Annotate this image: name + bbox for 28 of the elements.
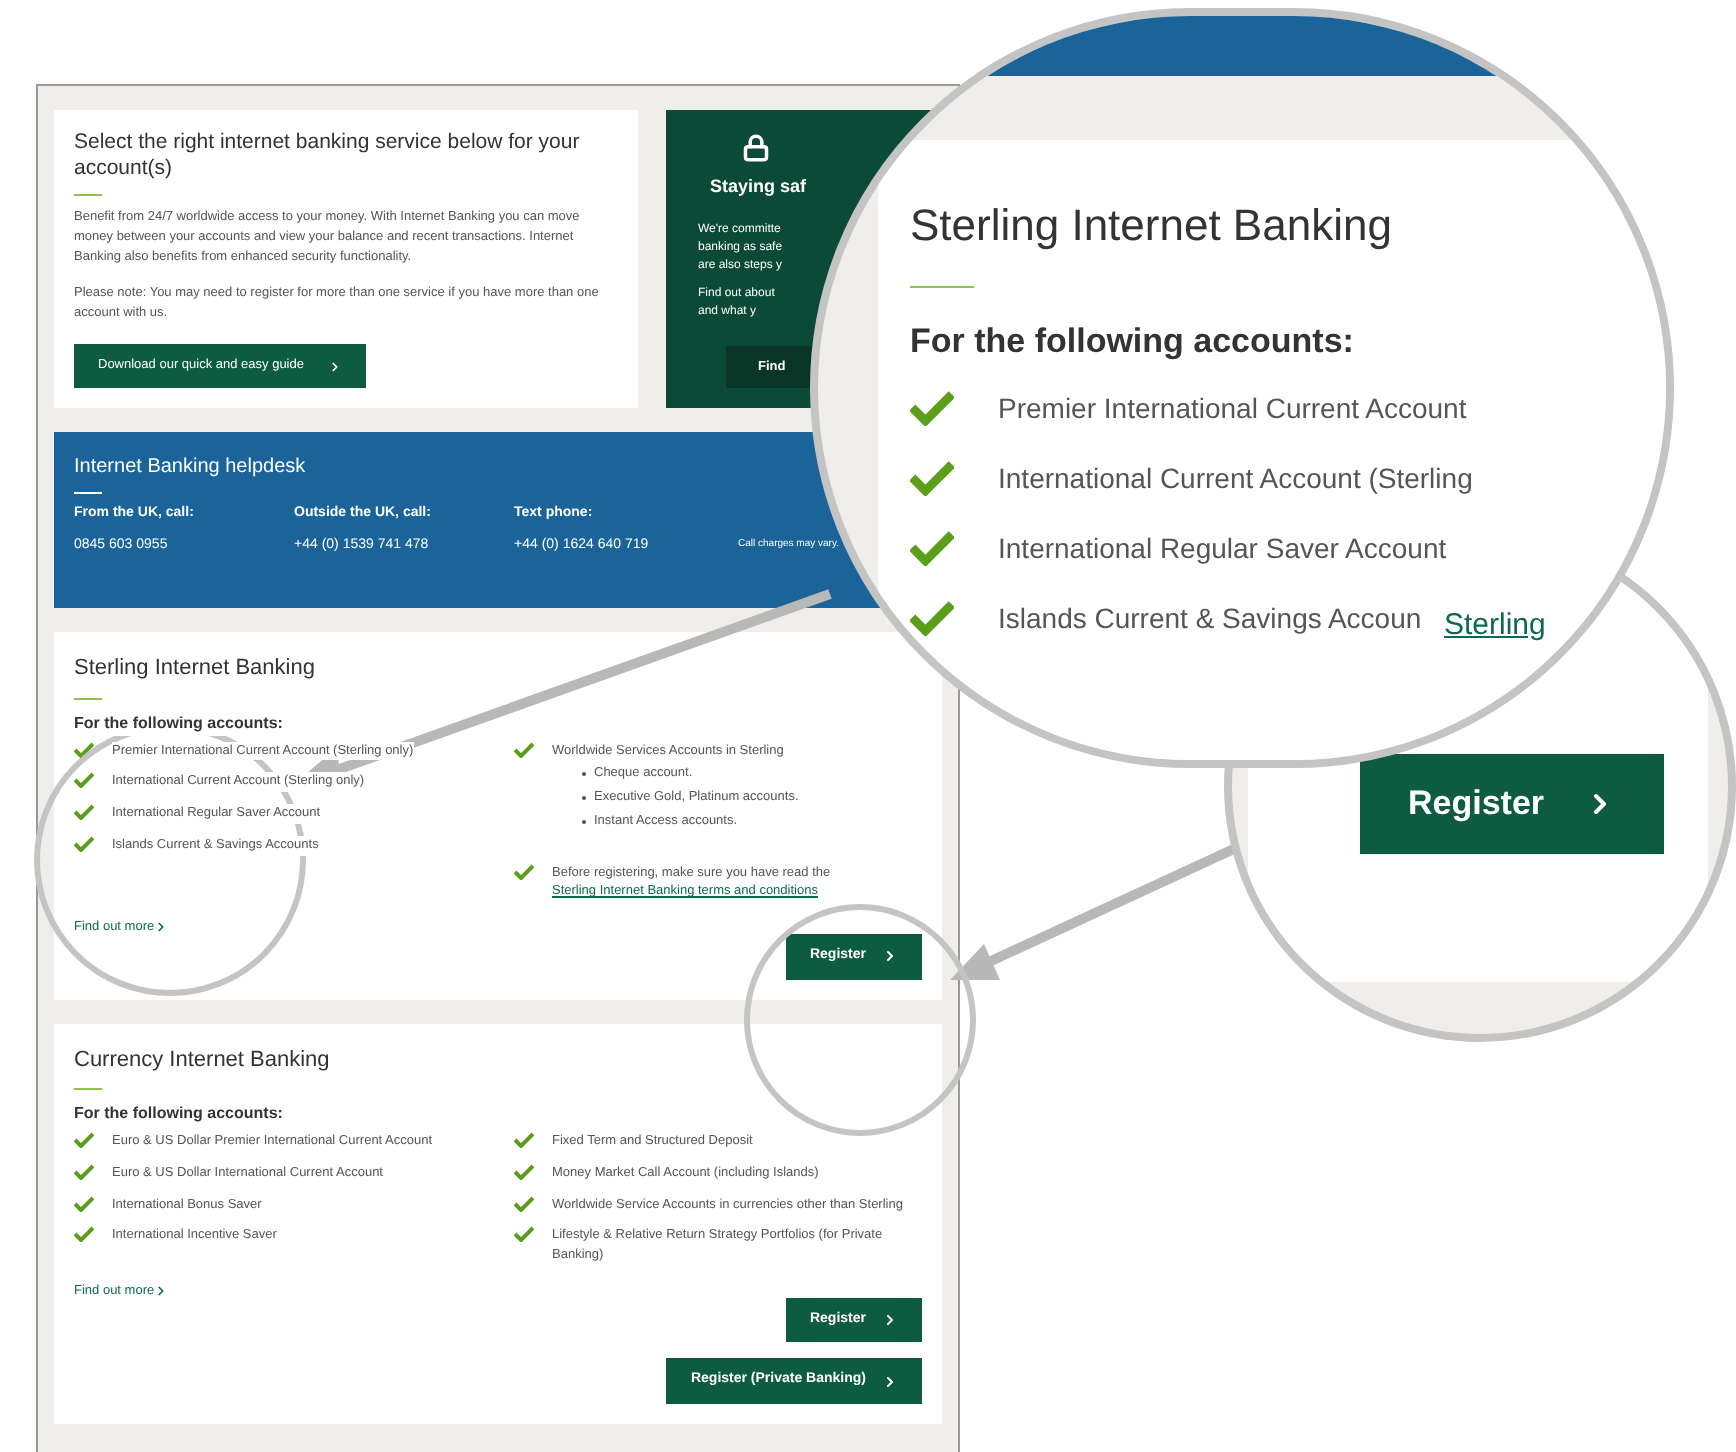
check-icon	[514, 863, 534, 879]
intro-title: Select the right internet banking service below for your account(s)	[74, 130, 582, 183]
section-title: Sterling Internet Banking	[910, 198, 1394, 254]
chevron-icon	[154, 920, 169, 935]
section-title: Currency Internet Banking	[74, 1045, 332, 1075]
account-item: Islands Current & Savings Accoun	[998, 599, 1422, 638]
account-item: Premier International Current Account	[998, 389, 1467, 427]
section-subtitle: For the following accounts:	[74, 711, 283, 735]
chevron-icon	[154, 1284, 169, 1299]
check-icon	[910, 460, 954, 496]
account-item: International Regular Saver Account	[998, 529, 1447, 568]
chevron-icon	[882, 1373, 898, 1389]
section-title: Sterling Internet Banking	[74, 654, 317, 684]
check-icon	[514, 741, 534, 757]
helpdesk-title: Internet Banking helpdesk	[74, 454, 308, 482]
check-icon	[910, 530, 954, 566]
register-button[interactable]: Register	[1360, 754, 1665, 853]
padlock-icon	[742, 134, 770, 162]
account-item: International Current Account (Sterling	[998, 459, 1473, 498]
section-subtitle: For the following accounts:	[74, 1102, 283, 1126]
check-icon	[910, 390, 954, 426]
chevron-icon	[882, 1312, 898, 1328]
chevron-icon	[327, 359, 342, 374]
check-icon	[910, 600, 954, 636]
chevron-icon	[882, 948, 898, 965]
section-subtitle: For the following accounts:	[910, 320, 1356, 364]
safety-title: Staying saf	[710, 174, 807, 200]
terms-link[interactable]: Sterling	[1444, 604, 1546, 649]
